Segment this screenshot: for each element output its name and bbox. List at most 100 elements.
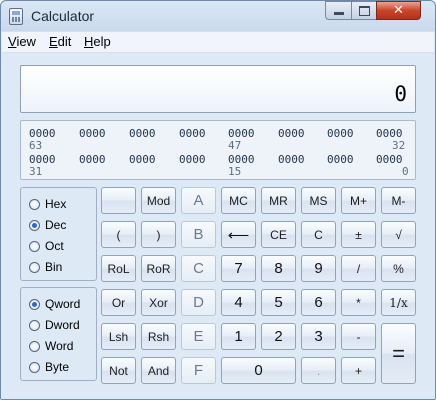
bit-index-label: 0 [402, 165, 409, 178]
calculator-body: 0 0000 0000 0000 0000 0000 0000 0000 000… [9, 53, 427, 391]
radio-label: Dec [45, 218, 67, 232]
maximize-button[interactable] [351, 1, 377, 20]
nibble: 0000 [327, 127, 354, 140]
bit-row-low: 0000 0000 0000 0000 0000 0000 0000 0000 [21, 153, 415, 166]
radio-label: Byte [45, 360, 70, 374]
radio-selected-icon [29, 298, 40, 310]
equals-button[interactable]: = [381, 323, 416, 384]
minus-button[interactable]: - [341, 323, 376, 350]
minimize-button[interactable] [325, 1, 352, 20]
multiply-button[interactable]: * [341, 289, 376, 316]
rotate-left-button[interactable]: RoL [101, 255, 136, 282]
m-plus-button[interactable]: M+ [341, 187, 376, 214]
hex-a-button[interactable]: A [181, 187, 216, 214]
backspace-button[interactable]: ⟵ [221, 221, 256, 248]
radio-label: Dword [45, 318, 80, 332]
left-shift-button[interactable]: Lsh [101, 323, 136, 350]
radio-dword[interactable]: Dword [29, 317, 80, 333]
plus-button[interactable]: + [341, 357, 376, 384]
nibble: 0000 [79, 127, 106, 140]
rotate-right-button[interactable]: RoR [141, 255, 176, 282]
base-radio-group: Hex Dec Oct Bin [20, 187, 97, 281]
bit-index-label: 31 [29, 165, 43, 178]
hex-e-button[interactable]: E [181, 323, 216, 350]
menu-edit[interactable]: Edit [49, 34, 71, 49]
close-paren-button[interactable]: ) [141, 221, 176, 248]
bit-index-label: 47 [228, 139, 242, 152]
close-button[interactable]: ✕ [376, 1, 421, 20]
and-button[interactable]: And [141, 357, 176, 384]
radio-button-icon [29, 361, 40, 373]
hex-f-button[interactable]: F [181, 357, 216, 384]
m-minus-button[interactable]: M- [381, 187, 416, 214]
digit-0-button[interactable]: 0 [221, 357, 296, 384]
square-root-button[interactable]: √ [381, 221, 416, 248]
nibble: 0000 [129, 127, 156, 140]
word-size-radio-group: Qword Dword Word Byte [20, 287, 97, 381]
radio-label: Oct [45, 239, 64, 253]
maximize-icon [358, 5, 370, 16]
digit-3-button[interactable]: 3 [301, 323, 336, 350]
radio-word[interactable]: Word [29, 338, 73, 354]
nibble: 0000 [376, 153, 403, 166]
nibble: 0000 [129, 153, 156, 166]
clear-entry-button[interactable]: CE [261, 221, 296, 248]
decimal-button[interactable]: . [301, 357, 336, 384]
calculator-window: Calculator ✕ View Edit Help 0 0000 0000 … [0, 0, 436, 400]
plus-minus-button[interactable]: ± [341, 221, 376, 248]
digit-1-button[interactable]: 1 [221, 323, 256, 350]
open-paren-button[interactable]: ( [101, 221, 136, 248]
nibble: 0000 [179, 127, 206, 140]
mod-button[interactable]: Mod [141, 187, 176, 214]
xor-button[interactable]: Xor [141, 289, 176, 316]
radio-hex[interactable]: Hex [29, 196, 66, 212]
radio-bin[interactable]: Bin [29, 259, 62, 275]
title-bar[interactable]: Calculator ✕ [1, 1, 435, 31]
divide-button[interactable]: / [341, 255, 376, 282]
calculator-app-icon [9, 8, 23, 25]
digit-7-button[interactable]: 7 [221, 255, 256, 282]
radio-dec[interactable]: Dec [29, 217, 66, 233]
nibble: 0000 [327, 153, 354, 166]
ms-button[interactable]: MS [301, 187, 336, 214]
clear-button[interactable]: C [301, 221, 336, 248]
bit-index-label: 63 [29, 139, 43, 152]
reciprocal-button[interactable]: 1/x [381, 289, 416, 316]
nibble: 0000 [79, 153, 106, 166]
digit-5-button[interactable]: 5 [261, 289, 296, 316]
radio-button-icon [29, 340, 40, 352]
menu-view-label: iew [16, 34, 36, 49]
radio-oct[interactable]: Oct [29, 238, 64, 254]
digit-2-button[interactable]: 2 [261, 323, 296, 350]
or-button[interactable]: Or [101, 289, 136, 316]
percent-button[interactable]: % [381, 255, 416, 282]
digit-4-button[interactable]: 4 [221, 289, 256, 316]
menu-edit-accel: E [49, 34, 58, 49]
radio-qword[interactable]: Qword [29, 296, 80, 312]
mr-button[interactable]: MR [261, 187, 296, 214]
hex-c-button[interactable]: C [181, 255, 216, 282]
digit-9-button[interactable]: 9 [301, 255, 336, 282]
bit-row-high: 0000 0000 0000 0000 0000 0000 0000 0000 [21, 127, 415, 140]
right-shift-button[interactable]: Rsh [141, 323, 176, 350]
hex-b-button[interactable]: B [181, 221, 216, 248]
menu-help[interactable]: Help [84, 34, 111, 49]
menu-view[interactable]: View [8, 34, 36, 49]
radio-button-icon [29, 240, 40, 252]
nibble: 0000 [278, 153, 305, 166]
nibble: 0000 [278, 127, 305, 140]
radio-byte[interactable]: Byte [29, 359, 69, 375]
blank-button[interactable] [101, 187, 136, 214]
bit-index-label: 15 [228, 165, 242, 178]
radio-label: Qword [45, 297, 81, 311]
mc-button[interactable]: MC [221, 187, 256, 214]
hex-d-button[interactable]: D [181, 289, 216, 316]
nibble: 0000 [179, 153, 206, 166]
radio-button-icon [29, 198, 40, 210]
radio-selected-icon [29, 219, 40, 231]
radio-label: Word [45, 339, 74, 353]
digit-6-button[interactable]: 6 [301, 289, 336, 316]
digit-8-button[interactable]: 8 [261, 255, 296, 282]
not-button[interactable]: Not [101, 357, 136, 384]
radio-button-icon [29, 261, 40, 273]
